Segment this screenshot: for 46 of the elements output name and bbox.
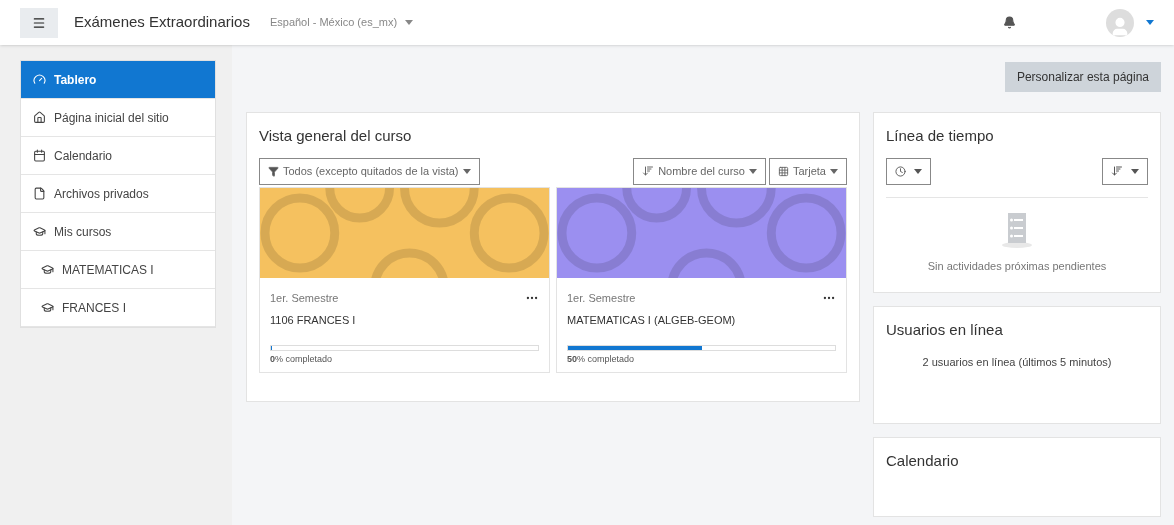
file-icon — [33, 187, 46, 200]
caret-icon — [1146, 20, 1154, 25]
caret-icon — [830, 168, 838, 174]
empty-list-icon — [1000, 211, 1034, 248]
date-filter-dropdown[interactable] — [886, 157, 931, 185]
sort-dropdown[interactable] — [1102, 157, 1148, 185]
course-card[interactable]: 1er. Semestre 1106 FRANCES I 0% completado — [259, 186, 550, 373]
caret-icon — [914, 168, 922, 174]
card-title: Calendario — [886, 451, 960, 471]
caret-icon — [462, 168, 471, 174]
sort-dropdown[interactable]: Nombre del curso — [633, 157, 766, 185]
graduation-cap-icon — [41, 263, 54, 276]
course-name[interactable]: MATEMATICAS I (ALGEB-GEOM) — [567, 312, 836, 329]
filter-icon — [268, 165, 279, 177]
calendar-icon — [33, 149, 46, 162]
progress-text: 0% completado — [270, 352, 334, 366]
sort-icon — [642, 165, 655, 177]
site-name[interactable]: Exámenes Extraordinarios — [74, 11, 250, 34]
graduation-cap-icon — [41, 301, 54, 314]
menu-icon — [32, 15, 46, 30]
course-card[interactable]: 1er. Semestre MATEMATICAS I (ALGEB-GEOM) 50% completado — [556, 186, 847, 373]
language-menu[interactable]: Español - México (es_mx) — [269, 14, 414, 31]
card-title: Vista general del curso — [259, 126, 413, 146]
sort-icon — [1111, 165, 1123, 177]
caret-icon — [748, 168, 757, 174]
course-category: 1er. Semestre — [567, 290, 636, 306]
dashboard-icon — [33, 73, 46, 86]
graduation-cap-icon — [33, 225, 46, 238]
grid-icon — [777, 165, 789, 177]
view-dropdown[interactable]: Tarjeta — [768, 157, 847, 185]
online-users-text: 2 usuarios en línea (últimos 5 minutos) — [921, 354, 1113, 370]
course-category: 1er. Semestre — [270, 290, 339, 306]
progress-text: 50% completado — [567, 352, 636, 366]
card-title: Línea de tiempo — [886, 126, 995, 146]
caret-icon — [1131, 168, 1139, 174]
sidebar-item[interactable]: Tablero — [21, 61, 215, 99]
customize-button[interactable]: Personalizar esta página — [1004, 62, 1161, 92]
course-name[interactable]: 1106 FRANCES I — [270, 312, 539, 329]
empty-message: Sin actividades próximas pendientes — [927, 258, 1107, 274]
menu-button[interactable] — [20, 7, 58, 38]
home-icon — [33, 111, 46, 124]
notification-icon[interactable] — [1003, 16, 1016, 29]
card-title: Usuarios en línea — [886, 320, 1004, 340]
filter-dropdown[interactable]: Todos (excepto quitados de la vista) — [259, 157, 480, 185]
clock-icon — [895, 165, 906, 177]
caret-icon — [405, 20, 414, 25]
